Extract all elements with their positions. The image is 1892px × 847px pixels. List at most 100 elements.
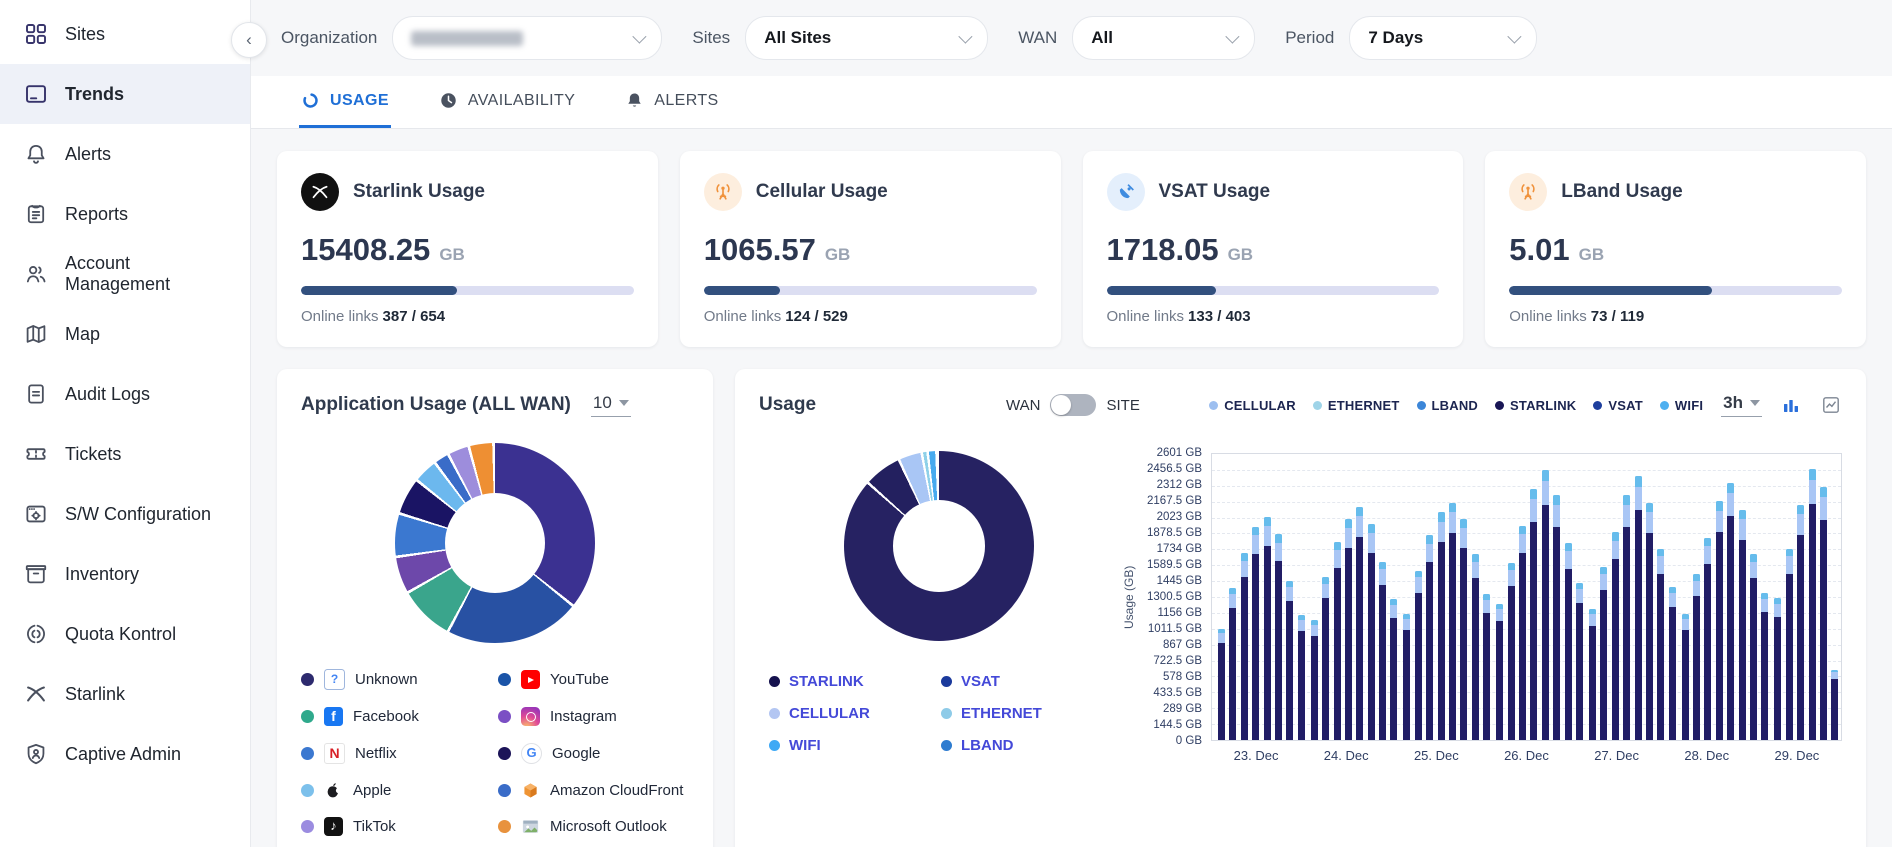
legend-item-instagram[interactable]: Instagram <box>498 707 689 726</box>
stacked-bar <box>1542 470 1549 740</box>
card-lband-usage: LBand Usage5.01GBOnline links73 / 119 <box>1485 151 1866 347</box>
microsoft-outlook-icon <box>521 817 540 836</box>
legend-label: Instagram <box>550 708 617 725</box>
period-select[interactable]: 7 Days <box>1349 16 1537 60</box>
bar-segment-wifi <box>1704 538 1711 546</box>
series-legend-starlink[interactable]: STARLINK <box>1495 398 1576 413</box>
bar-segment-cellular <box>1623 505 1630 527</box>
stacked-bar <box>1623 495 1630 740</box>
legend-item-netflix[interactable]: NNetflix <box>301 743 492 764</box>
bar-segment-cellular <box>1589 614 1596 626</box>
x-axis-label: 26. Dec <box>1481 748 1571 763</box>
bar-segment-cellular <box>1600 574 1607 590</box>
bar-segment-starlink <box>1716 532 1723 740</box>
organization-select[interactable] <box>392 16 662 60</box>
legend-item-starlink[interactable]: STARLINK <box>769 673 937 690</box>
legend-item-wifi[interactable]: WIFI <box>769 737 937 754</box>
sidebar: SitesTrendsAlertsReportsAccount Manageme… <box>0 0 251 847</box>
x-axis-label: 29. Dec <box>1752 748 1842 763</box>
y-tick-label: 144.5 GB <box>1153 719 1202 731</box>
bar-segment-cellular <box>1449 512 1456 533</box>
wan-select[interactable]: All <box>1072 16 1255 60</box>
series-legend-cellular[interactable]: CELLULAR <box>1209 398 1296 413</box>
bar-segment-wifi <box>1750 554 1757 561</box>
legend-dot <box>301 820 314 833</box>
sites-filter-label: Sites <box>692 28 730 48</box>
sidebar-item-audit-logs[interactable]: Audit Logs <box>0 364 250 424</box>
legend-item-apple[interactable]: Apple <box>301 781 492 800</box>
bar-segment-starlink <box>1264 546 1271 740</box>
card-header: Starlink Usage <box>301 173 634 211</box>
line-chart-view-button[interactable] <box>1820 394 1842 416</box>
sidebar-item-reports[interactable]: Reports <box>0 184 250 244</box>
legend-item-lband[interactable]: LBAND <box>941 737 1109 754</box>
stacked-bar <box>1600 567 1607 740</box>
bar-segment-starlink <box>1483 613 1490 740</box>
bar-segment-cellular <box>1496 609 1503 621</box>
y-tick-label: 2167.5 GB <box>1147 495 1202 507</box>
y-tick-label: 578 GB <box>1163 671 1202 683</box>
sidebar-item-sites[interactable]: Sites <box>0 4 250 64</box>
legend-dot <box>1417 401 1426 410</box>
chevron-down-icon <box>959 30 973 44</box>
sidebar-item-trends[interactable]: Trends <box>0 64 250 124</box>
stacked-bar <box>1379 562 1386 740</box>
legend-label: CELLULAR <box>789 705 870 722</box>
bar-segment-cellular <box>1727 493 1734 516</box>
series-legend-vsat[interactable]: VSAT <box>1593 398 1643 413</box>
series-legend-ethernet[interactable]: ETHERNET <box>1313 398 1400 413</box>
tab-usage[interactable]: USAGE <box>299 76 391 128</box>
card-vsat-usage: VSAT Usage1718.05GBOnline links133 / 403 <box>1083 151 1464 347</box>
bar-segment-cellular <box>1750 562 1757 579</box>
legend-item-vsat[interactable]: VSAT <box>941 673 1109 690</box>
y-tick-label: 1445 GB <box>1157 575 1202 587</box>
online-links-progress-bar <box>1107 286 1440 295</box>
interval-dropdown[interactable]: 3h <box>1721 393 1762 417</box>
wan-site-toggle[interactable] <box>1050 394 1096 416</box>
sidebar-item-s-w-configuration[interactable]: S/W Configuration <box>0 484 250 544</box>
google-icon: G <box>521 743 542 764</box>
legend-item-unknown[interactable]: ?Unknown <box>301 669 492 690</box>
sidebar-item-tickets[interactable]: Tickets <box>0 424 250 484</box>
stacked-bar <box>1716 501 1723 740</box>
series-legend-lband[interactable]: LBAND <box>1417 398 1479 413</box>
stacked-bar <box>1657 549 1664 740</box>
sidebar-item-starlink[interactable]: Starlink <box>0 664 250 724</box>
tab-availability[interactable]: AVAILABILITY <box>437 76 577 128</box>
sidebar-item-account-management[interactable]: Account Management <box>0 244 250 304</box>
legend-label: STARLINK <box>789 673 864 690</box>
series-legend-label: WIFI <box>1675 398 1703 413</box>
usage-donut-legend: STARLINK VSAT CELLULAR ETHERNET WIFILBAND <box>759 673 1119 754</box>
day-group-28-dec <box>1676 454 1769 740</box>
tab-label: ALERTS <box>654 92 718 110</box>
legend-item-microsoft-outlook[interactable]: Microsoft Outlook <box>498 817 689 836</box>
sidebar-item-quota-kontrol[interactable]: Quota Kontrol <box>0 604 250 664</box>
legend-item-cellular[interactable]: CELLULAR <box>769 705 937 722</box>
bars-layer <box>1212 454 1841 740</box>
sidebar-item-inventory[interactable]: Inventory <box>0 544 250 604</box>
series-legend-wifi[interactable]: WIFI <box>1660 398 1703 413</box>
sites-select[interactable]: All Sites <box>745 16 988 60</box>
sidebar-item-map[interactable]: Map <box>0 304 250 364</box>
sidebar-item-captive-admin[interactable]: Captive Admin <box>0 724 250 784</box>
legend-item-facebook[interactable]: fFacebook <box>301 707 492 726</box>
sidebar-collapse-button[interactable]: ‹ <box>231 22 267 58</box>
legend-item-amazon-cloudfront[interactable]: Amazon CloudFront <box>498 781 689 800</box>
legend-item-google[interactable]: GGoogle <box>498 743 689 764</box>
legend-item-tiktok[interactable]: ♪TikTok <box>301 817 492 836</box>
bar-chart-view-button[interactable] <box>1780 394 1802 416</box>
application-usage-legend: ?Unknown YouTube fFacebook Instagram NNetfli… <box>301 669 689 836</box>
legend-dot <box>498 820 511 833</box>
tab-alerts[interactable]: ALERTS <box>623 76 720 128</box>
top-apps-count-dropdown[interactable]: 10 <box>591 393 631 417</box>
sidebar-item-alerts[interactable]: Alerts <box>0 124 250 184</box>
legend-item-youtube[interactable]: YouTube <box>498 669 689 690</box>
bar-segment-starlink <box>1229 608 1236 740</box>
bar-segment-cellular <box>1786 556 1793 573</box>
legend-label: ETHERNET <box>961 705 1042 722</box>
legend-item-ethernet[interactable]: ETHERNET <box>941 705 1109 722</box>
starlink-card-icon <box>301 173 339 211</box>
bar-segment-cellular <box>1390 605 1397 618</box>
bar-segment-cellular <box>1612 541 1619 560</box>
stacked-bar <box>1472 554 1479 740</box>
